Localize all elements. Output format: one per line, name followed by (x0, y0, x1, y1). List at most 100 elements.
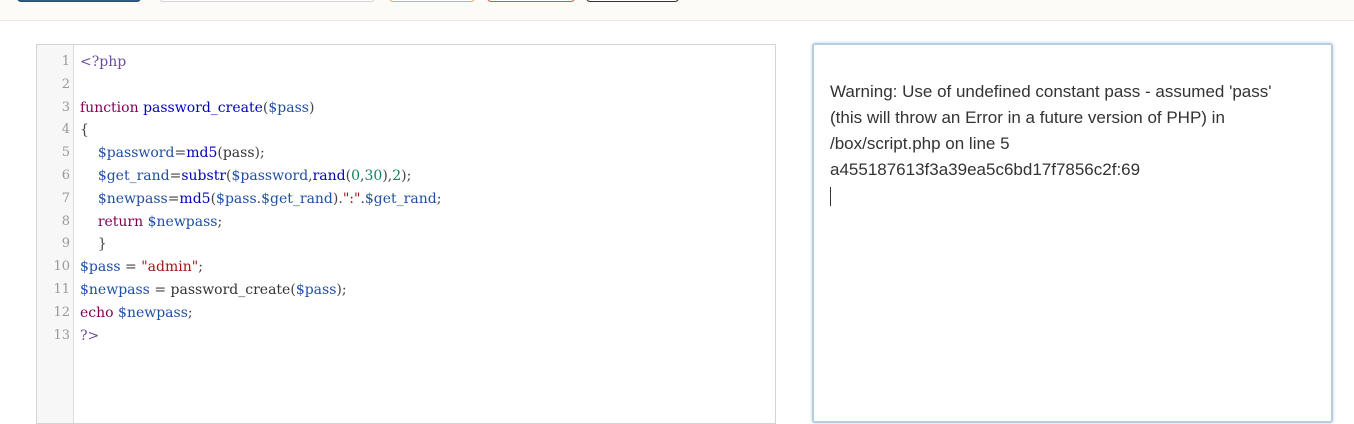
code-token: 0 (351, 167, 361, 184)
toolbar-button-default[interactable] (586, 0, 679, 2)
code-token: 2 (392, 167, 402, 184)
code-lines: 1 <?php 2 3 function password_create($pass) 4… (37, 51, 777, 347)
line-number: 11 (53, 281, 70, 297)
code-token: $get_rand (261, 190, 333, 207)
code-text: { (80, 119, 89, 142)
output-panel[interactable]: Warning: Use of undefined constant pass … (812, 43, 1333, 423)
code-token: = (120, 259, 142, 276)
code-text: function password_create($pass) (80, 97, 314, 120)
output-line: Warning: Use of undefined constant pass … (830, 82, 1272, 101)
code-token: ); (401, 167, 412, 184)
code-token: $password (231, 167, 309, 184)
output-line: a455187613f3a39ea5c6bd17f7856c2f:69 (830, 160, 1141, 179)
code-token: $pass (268, 99, 309, 116)
code-token: $password (97, 145, 175, 162)
line-number: 1 (61, 54, 70, 69)
code-line: 11 $newpass = password_create($pass); (37, 279, 777, 302)
code-token: md5 (179, 190, 211, 207)
line-number: 3 (61, 99, 70, 115)
code-token: substr (181, 167, 227, 184)
code-token: ), (382, 167, 393, 184)
code-token: md5 (186, 145, 218, 162)
code-token: rand (312, 167, 346, 184)
code-token: ; (217, 213, 223, 230)
code-token: } (97, 236, 107, 253)
output-line: /box/script.php on line 5 (830, 134, 1010, 153)
code-token: "admin" (141, 259, 199, 276)
code-token: = (174, 145, 187, 162)
code-token: ; (187, 304, 193, 321)
text-caret (830, 183, 1331, 214)
line-number: 4 (61, 122, 70, 138)
code-line: 1 <?php (37, 51, 777, 74)
line-number: 6 (61, 167, 70, 183)
code-token: { (80, 122, 89, 139)
code-token: password_create (170, 281, 291, 298)
line-number: 5 (61, 145, 70, 161)
code-text: <?php (80, 51, 126, 74)
code-text: $get_rand=substr($password,rand(0,30),2)… (80, 165, 412, 188)
code-token: $newpass (147, 213, 218, 230)
code-text: $pass = "admin"; (80, 256, 203, 279)
line-number: 8 (61, 213, 70, 229)
toolbar-input[interactable] (159, 0, 375, 2)
code-token: ; (436, 190, 442, 207)
code-editor[interactable]: 1 <?php 2 3 function password_create($pass) 4… (36, 44, 776, 424)
code-line: 8 return $newpass; (37, 211, 777, 234)
code-line: 5 $password=md5(pass); (37, 142, 777, 165)
top-toolbar (0, 0, 1354, 21)
code-line: 3 function password_create($pass) (37, 97, 777, 120)
code-token: 30 (364, 167, 383, 184)
code-line: 10 $pass = "admin"; (37, 256, 777, 279)
code-token: ; (198, 259, 203, 276)
code-token: pass (222, 145, 255, 162)
output-line: (this will throw an Error in a future ve… (830, 108, 1225, 127)
line-number: 2 (61, 76, 70, 92)
line-number: 10 (53, 259, 70, 275)
code-token: ); (336, 281, 347, 298)
line-number: 7 (61, 190, 70, 206)
toolbar-button-warning[interactable] (389, 0, 475, 2)
line-number: 13 (53, 327, 70, 343)
code-line: 9 } (37, 233, 777, 256)
code-token: echo (80, 304, 114, 321)
code-token: ). (332, 190, 343, 207)
code-text: $newpass=md5($pass.$get_rand).":".$get_r… (80, 188, 442, 211)
code-text: echo $newpass; (80, 302, 193, 325)
code-token: $newpass (118, 304, 188, 321)
code-token: <?php (80, 54, 127, 70)
code-line: 4{ (37, 119, 777, 142)
code-text: $newpass = password_create($pass); (80, 279, 347, 302)
code-line: 2 (37, 74, 777, 97)
code-token: $newpass (97, 190, 168, 207)
line-number: 9 (61, 236, 70, 252)
code-token: = (169, 167, 182, 184)
code-line: 7 $newpass=md5($pass.$get_rand).":".$get… (37, 188, 777, 211)
code-text: ?> (80, 325, 99, 348)
code-token: ?> (80, 327, 100, 344)
code-line: 6 $get_rand=substr($password,rand(0,30),… (37, 165, 777, 188)
run-button[interactable] (17, 0, 141, 2)
code-text: } (80, 233, 107, 256)
code-token: ); (254, 145, 265, 162)
code-token: ":" (342, 190, 361, 207)
code-text: return $newpass; (80, 211, 222, 234)
toolbar-button-danger[interactable] (487, 0, 575, 2)
code-token: $pass (80, 259, 121, 276)
code-token: $get_rand (97, 167, 170, 184)
code-token: return (97, 213, 144, 230)
code-token: $newpass (80, 281, 150, 298)
code-token: password_create (143, 99, 263, 116)
code-token: $pass (216, 190, 257, 207)
code-token: ) (308, 99, 315, 116)
code-token: = (167, 190, 180, 207)
code-token: function (80, 99, 139, 116)
code-line: 12 echo $newpass; (37, 302, 777, 325)
code-token: $get_rand (364, 190, 437, 207)
code-token: = (149, 281, 171, 298)
